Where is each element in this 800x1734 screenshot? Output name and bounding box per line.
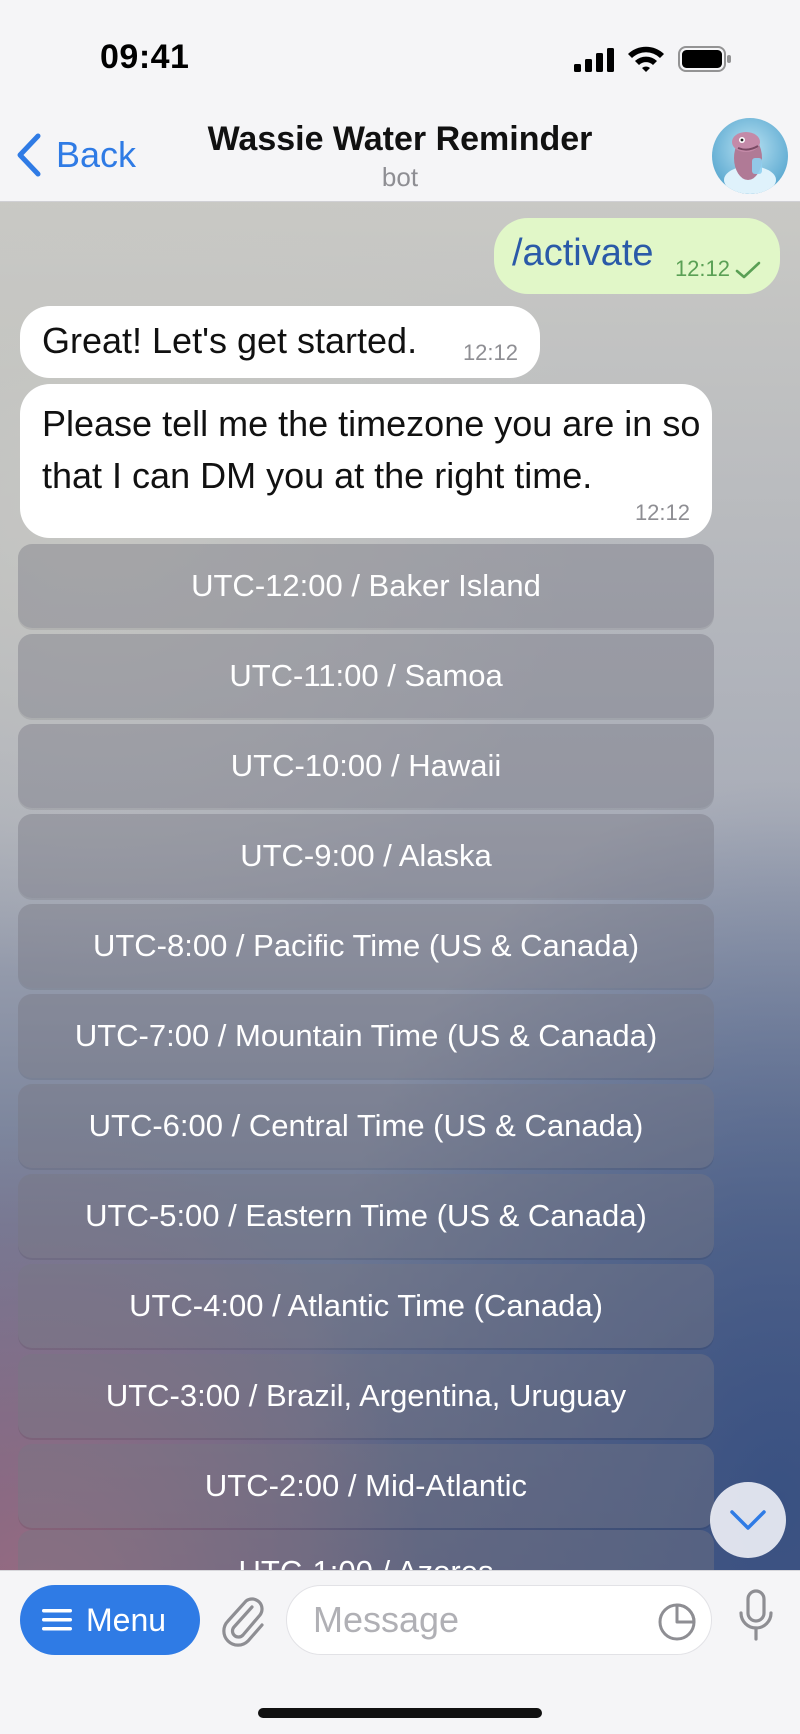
incoming-message-text: Great! Let's get started. xyxy=(42,320,418,361)
timezone-button[interactable]: UTC-9:00 / Alaska xyxy=(18,814,714,898)
home-indicator xyxy=(258,1708,542,1718)
timezone-button[interactable]: UTC-2:00 / Mid-Atlantic xyxy=(18,1444,714,1528)
message-field[interactable] xyxy=(286,1585,712,1655)
cellular-signal-icon xyxy=(574,48,614,72)
incoming-message-text: Please tell me the timezone you are in s… xyxy=(42,403,701,496)
status-bar: 09:41 xyxy=(0,0,800,110)
wassie-avatar-icon xyxy=(712,118,788,194)
incoming-message[interactable]: Please tell me the timezone you are in s… xyxy=(20,384,712,538)
read-check-icon xyxy=(735,261,761,279)
incoming-message-time: 12:12 xyxy=(634,500,690,525)
outgoing-message[interactable]: /activate 12:12 xyxy=(494,218,780,294)
timezone-button[interactable]: UTC-12:00 / Baker Island xyxy=(18,544,714,628)
chat-subtitle: bot xyxy=(381,162,419,192)
battery-icon xyxy=(678,46,731,72)
timezone-button[interactable]: UTC-11:00 / Samoa xyxy=(18,634,714,718)
chat-title[interactable]: Wassie Water Reminder xyxy=(150,120,650,159)
sticker-icon[interactable] xyxy=(657,1602,697,1642)
scroll-down-button[interactable] xyxy=(710,1482,786,1558)
bot-avatar[interactable] xyxy=(712,118,788,194)
status-time: 09:41 xyxy=(100,38,190,76)
back-label: Back xyxy=(56,134,137,175)
wifi-icon xyxy=(628,46,664,72)
timezone-button[interactable]: UTC-3:00 / Brazil, Argentina, Uruguay xyxy=(18,1354,714,1438)
timezone-button[interactable]: UTC-5:00 / Eastern Time (US & Canada) xyxy=(18,1174,714,1258)
menu-label: Menu xyxy=(86,1601,167,1638)
outgoing-message-time: 12:12 xyxy=(674,256,730,281)
chevron-left-icon xyxy=(17,133,41,177)
back-button[interactable]: Back xyxy=(14,130,136,180)
paperclip-icon[interactable] xyxy=(218,1589,268,1649)
hamburger-icon xyxy=(42,1609,72,1631)
incoming-message[interactable]: Great! Let's get started. 12:12 xyxy=(20,306,540,378)
timezone-button[interactable]: UTC-6:00 / Central Time (US & Canada) xyxy=(18,1084,714,1168)
timezone-button[interactable]: UTC-8:00 / Pacific Time (US & Canada) xyxy=(18,904,714,988)
message-input[interactable] xyxy=(313,1586,633,1654)
outgoing-message-text: /activate xyxy=(512,232,654,274)
menu-button[interactable]: Menu xyxy=(20,1585,200,1655)
timezone-button[interactable]: UTC-7:00 / Mountain Time (US & Canada) xyxy=(18,994,714,1078)
nav-bar: Back Wassie Water Reminder bot xyxy=(0,110,800,202)
incoming-message-time: 12:12 xyxy=(462,340,518,365)
microphone-icon[interactable] xyxy=(736,1587,776,1647)
timezone-button[interactable]: UTC-4:00 / Atlantic Time (Canada) xyxy=(18,1264,714,1348)
chevron-down-icon xyxy=(730,1510,766,1530)
timezone-button[interactable]: UTC-10:00 / Hawaii xyxy=(18,724,714,808)
timezone-button[interactable]: UTC-1:00 / Azores xyxy=(18,1530,714,1570)
